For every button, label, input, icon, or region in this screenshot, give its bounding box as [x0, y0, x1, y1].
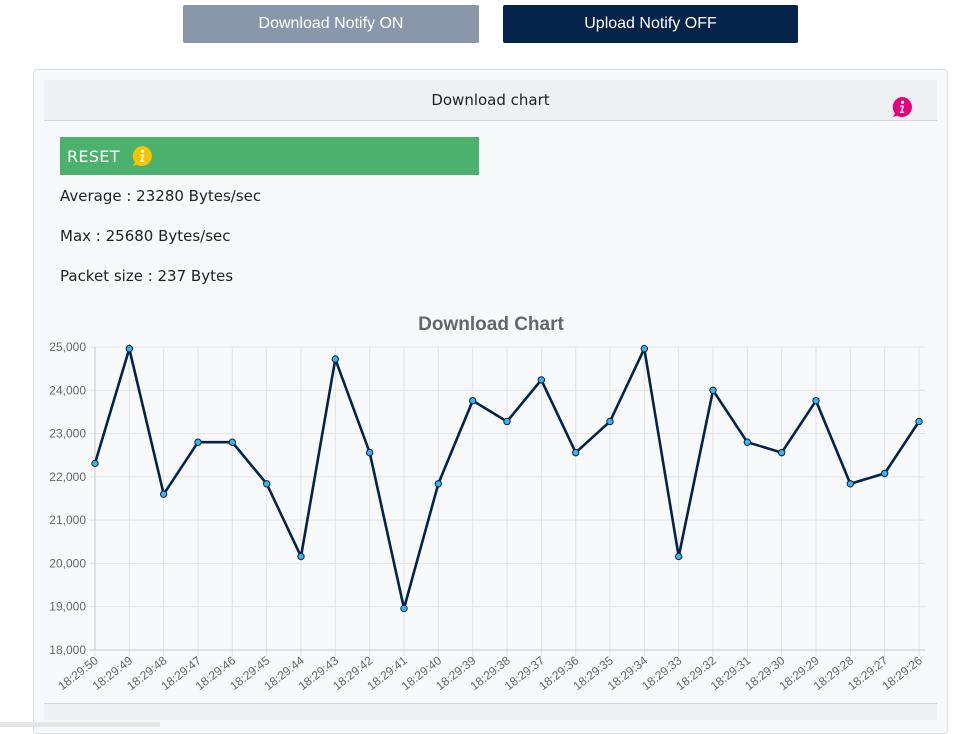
upload-notify-button[interactable]: Upload Notify OFF — [503, 5, 798, 43]
average-rate: Average : 23280 Bytes/sec — [60, 187, 262, 205]
info-icon[interactable] — [891, 96, 913, 118]
reset-button[interactable]: RESET — [60, 137, 479, 175]
scrollbar[interactable] — [0, 722, 160, 727]
panel-footer — [44, 703, 937, 720]
panel-title: Download chart — [431, 91, 550, 109]
reset-label: RESET — [67, 146, 120, 166]
max-rate: Max : 25680 Bytes/sec — [60, 227, 231, 245]
packet-size: Packet size : 237 Bytes — [60, 267, 234, 285]
info-icon[interactable] — [130, 145, 154, 167]
download-notify-button[interactable]: Download Notify ON — [183, 5, 479, 43]
panel-header: Download chart — [44, 80, 937, 121]
